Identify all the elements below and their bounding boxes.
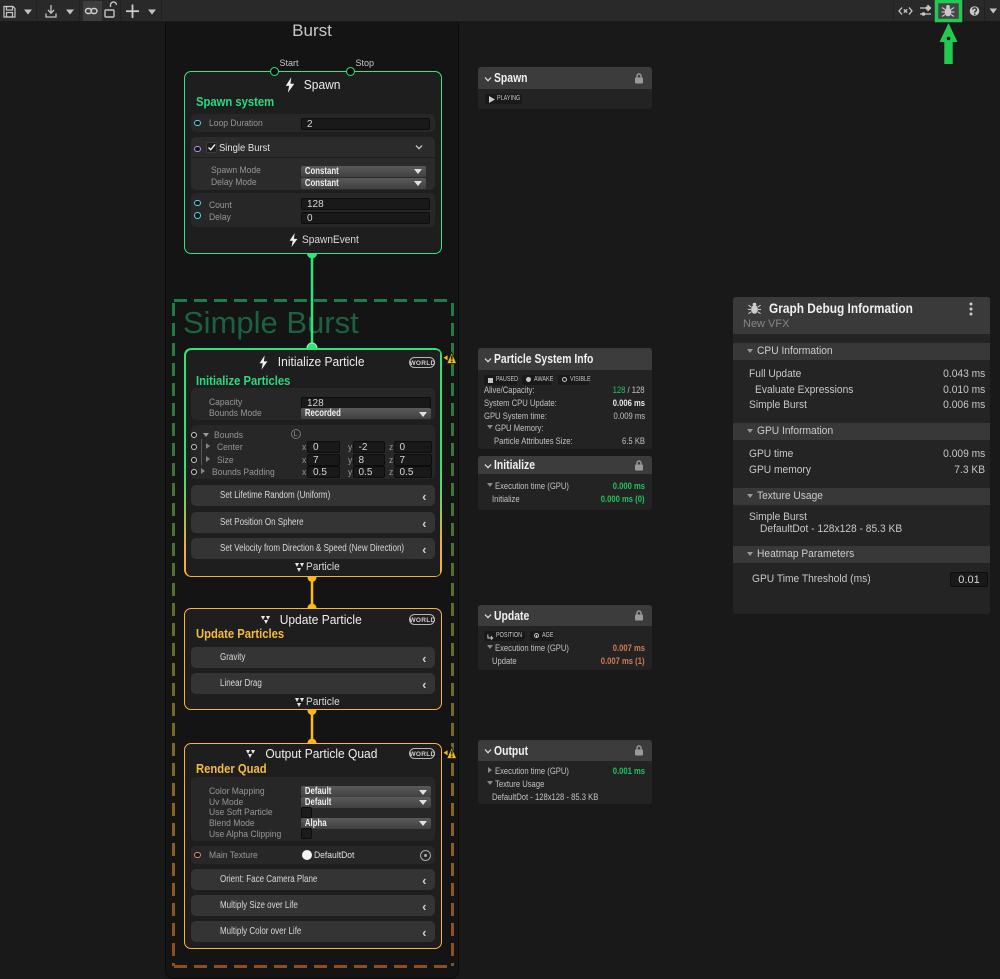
svg-text:Simple Burst: Simple Burst — [183, 305, 359, 340]
